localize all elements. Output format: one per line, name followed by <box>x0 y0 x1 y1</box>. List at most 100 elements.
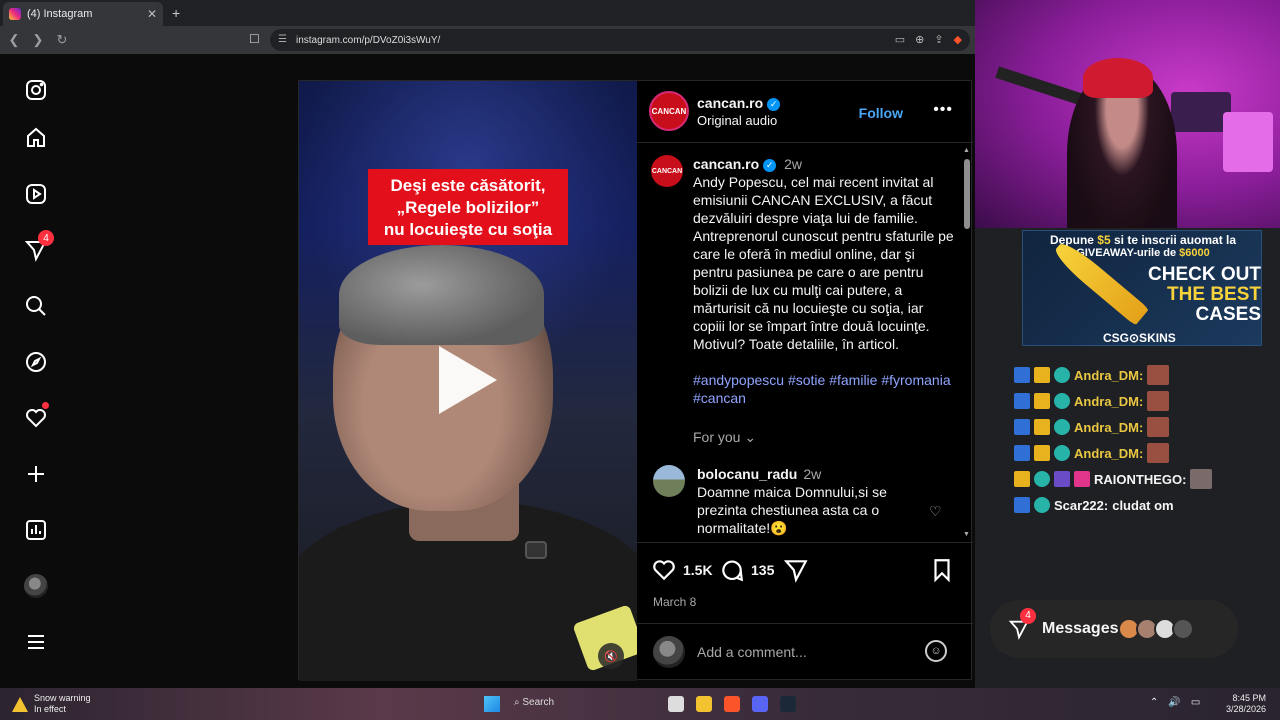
for-you-dropdown[interactable]: For you ⌄ <box>693 429 756 446</box>
network-icon[interactable]: ▭ <box>1191 697 1200 708</box>
taskbar-search-label: Search <box>522 697 555 708</box>
tab-title: (4) Instagram <box>27 8 93 20</box>
instagram-logo-icon[interactable] <box>22 76 50 104</box>
add-comment-input[interactable]: Add a comment... <box>697 644 807 660</box>
steam-icon[interactable] <box>780 696 796 712</box>
browser-tab[interactable]: (4) Instagram ✕ <box>3 2 163 26</box>
chat-message: Scar222: cludat om <box>1014 494 1174 516</box>
ad-line-2a: GIVEAWAY-urile de <box>1076 247 1180 259</box>
notifications-heart-icon[interactable] <box>22 402 50 432</box>
reload-icon[interactable]: ↻ <box>52 32 72 48</box>
clock[interactable]: 8:45 PM 3/28/2026 <box>1226 693 1266 715</box>
ad-headline-2: THE BEST <box>1167 284 1261 305</box>
comment: bolocanu_radu 2w Doamne maica Domnului,si… <box>697 465 929 537</box>
comments-section: CANCAN cancan.ro ✓ 2w Andy Popescu, cel ma… <box>637 143 973 543</box>
play-icon[interactable] <box>439 346 497 414</box>
post-details-panel: CANCAN cancan.ro ✓ Original audio Follow … <box>637 81 973 681</box>
author-avatar[interactable]: CANCAN <box>649 91 689 131</box>
back-icon[interactable]: ❮ <box>4 32 24 48</box>
windows-start-icon[interactable] <box>484 696 500 712</box>
save-button[interactable] <box>929 557 961 583</box>
zoom-icon[interactable]: ⊕ <box>915 33 924 46</box>
reel-video[interactable]: Deşi este căsătorit, „Regele bolizilor” … <box>299 81 637 681</box>
post-header: CANCAN cancan.ro ✓ Original audio Follow … <box>637 81 973 143</box>
new-tab-button[interactable]: + <box>172 5 180 21</box>
site-info-icon[interactable]: ☰ <box>278 34 287 45</box>
caption-author-avatar[interactable]: CANCAN <box>651 155 683 187</box>
share-icon[interactable]: ⇪ <box>934 33 943 46</box>
mute-icon[interactable]: 🔇 <box>598 643 624 669</box>
file-explorer-icon[interactable] <box>668 696 684 712</box>
explore-icon[interactable] <box>22 348 50 376</box>
search-icon[interactable] <box>22 292 50 320</box>
lapel-mic <box>525 541 547 559</box>
address-bar[interactable]: ☰ instagram.com/p/DVoZ0i3sWuY/ ▭ ⊕ ⇪ ◆ <box>270 29 970 51</box>
comment-time: 2w <box>803 466 822 482</box>
post-caption: cancan.ro ✓ 2w Andy Popescu, cel mai recen… <box>693 155 955 407</box>
forward-icon[interactable]: ❯ <box>28 32 48 48</box>
comment-like-icon[interactable]: ♡ <box>929 503 942 520</box>
ig-sidebar: 4 <box>0 54 72 688</box>
cast-icon[interactable]: ▭ <box>895 33 905 46</box>
bookmark-icon[interactable]: ☐ <box>249 32 260 46</box>
tab-close-icon[interactable]: ✕ <box>147 7 157 21</box>
scroll-up-icon[interactable]: ▲ <box>963 147 970 154</box>
scrollbar-thumb[interactable] <box>964 159 970 229</box>
likes-count: 1.5K <box>683 562 713 578</box>
weather-widget[interactable]: Snow warning In effect <box>12 693 91 715</box>
taskbar: Snow warning In effect ⌕ Search ⌃ 🔊 ▭ 8:… <box>0 688 1280 720</box>
messages-icon: 4 <box>1008 608 1036 640</box>
volume-icon[interactable]: 🔊 <box>1168 697 1180 708</box>
crown-badge-icon <box>1014 471 1030 487</box>
more-options-icon[interactable]: ••• <box>933 101 953 119</box>
emoji-icon[interactable]: ☺ <box>925 640 947 662</box>
brave-browser-icon[interactable] <box>724 696 740 712</box>
mic-arm <box>995 66 1085 106</box>
badge-icon <box>1014 445 1030 461</box>
discord-icon[interactable] <box>752 696 768 712</box>
chat-message: RAIONTHEGO: <box>1014 468 1213 490</box>
heart-icon <box>653 560 675 581</box>
sub-badge-icon <box>1034 471 1050 487</box>
emote-icon <box>1147 417 1170 437</box>
profile-avatar[interactable] <box>22 572 50 600</box>
like-button[interactable]: 1.5K <box>651 557 713 583</box>
folder-icon[interactable] <box>696 696 712 712</box>
create-icon[interactable] <box>22 460 50 488</box>
badge-icon <box>1014 367 1030 383</box>
dashboard-icon[interactable] <box>22 516 50 544</box>
notification-dot <box>42 402 49 409</box>
audio-label[interactable]: Original audio <box>697 113 780 128</box>
comment-button[interactable]: 135 <box>719 557 774 583</box>
caption-author[interactable]: cancan.ro <box>693 156 759 172</box>
url-text: instagram.com/p/DVoZ0i3sWuY/ <box>296 34 441 46</box>
commenter-username[interactable]: bolocanu_radu <box>697 466 797 482</box>
taskbar-search[interactable]: ⌕ Search <box>514 697 554 708</box>
follow-button[interactable]: Follow <box>859 105 903 121</box>
taskbar-apps <box>668 696 796 712</box>
sub-badge-icon <box>1054 367 1070 383</box>
brave-shield-icon[interactable]: ◆ <box>954 33 962 46</box>
reels-icon[interactable] <box>22 180 50 208</box>
caption-hashtags[interactable]: #andypopescu #sotie #familie #fyromania … <box>693 372 951 406</box>
verified-icon: ✓ <box>767 98 781 111</box>
more-contacts-icon <box>1172 618 1194 640</box>
verified-icon: ✓ <box>763 159 777 172</box>
author-username[interactable]: cancan.ro <box>697 95 763 111</box>
more-menu-icon[interactable] <box>22 628 50 656</box>
ad-headline-1: CHECK OUT <box>1148 264 1261 285</box>
share-button[interactable] <box>783 557 815 583</box>
ad-headline-3: CASES <box>1195 304 1261 325</box>
address-bar-actions: ▭ ⊕ ⇪ ◆ <box>895 33 962 46</box>
add-comment-bar: Add a comment... ☺ <box>637 623 973 681</box>
chat-message: Andra_DM: <box>1014 416 1170 438</box>
home-icon[interactable] <box>22 124 50 152</box>
comments-count: 135 <box>751 562 775 578</box>
comments-scrollbar[interactable]: ▲ ▼ <box>963 147 971 539</box>
scroll-down-icon[interactable]: ▼ <box>963 531 970 538</box>
commenter-avatar[interactable] <box>653 465 685 497</box>
post-actions: 1.5K 135 March 8 <box>637 543 973 623</box>
messages-button[interactable]: 4 Messages <box>990 600 1238 658</box>
tray-overflow-icon[interactable]: ⌃ <box>1150 697 1158 708</box>
direct-messages-icon[interactable]: 4 <box>22 230 54 264</box>
